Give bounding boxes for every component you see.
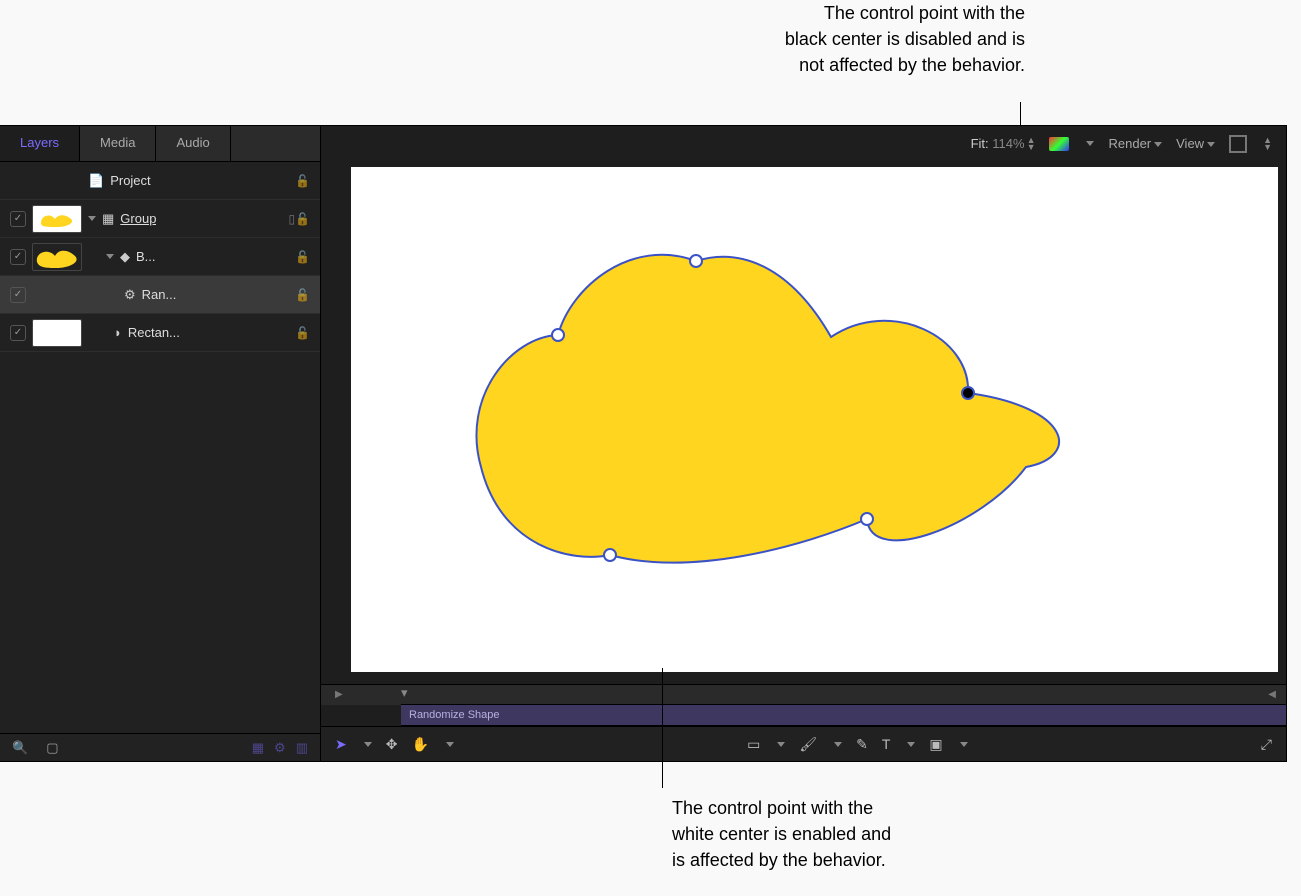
shape-path[interactable] [476, 255, 1059, 563]
callout-line: white center is enabled and [672, 821, 1032, 847]
layer-row-rect[interactable]: ✓ ◗ Rectan... 🔓 [0, 314, 320, 352]
render-menu[interactable]: Render [1108, 136, 1162, 151]
bezier-shape[interactable] [471, 227, 1091, 590]
layer-row-shape[interactable]: ✓ ◆ B... 🔓 [0, 238, 320, 276]
shape-icon: ◆ [120, 249, 130, 265]
tab-media[interactable]: Media [80, 126, 156, 161]
callout-line: The control point with the [672, 795, 1032, 821]
callout-line: is affected by the behavior. [672, 847, 1032, 873]
layer-label: Ran... [142, 287, 177, 302]
disclosure-triangle-icon[interactable] [88, 216, 96, 221]
layer-thumbnail [32, 205, 82, 233]
callout-line: black center is disabled and is [625, 26, 1025, 52]
stack-icon[interactable]: ▥ [296, 740, 308, 756]
pan-tool-icon[interactable]: ✋ [411, 736, 428, 753]
project-row[interactable]: 📄 Project 🔓 [0, 162, 320, 200]
lock-icon[interactable]: 🔓 [295, 250, 310, 264]
control-point-disabled[interactable] [961, 386, 975, 400]
layer-thumbnail [32, 319, 82, 347]
callout-bottom: The control point with the white center … [672, 795, 1032, 873]
chevron-down-icon[interactable] [1086, 141, 1094, 146]
visibility-checkbox[interactable]: ✓ [10, 211, 26, 227]
control-point[interactable] [603, 548, 617, 562]
lock-icon[interactable]: 🔓 [295, 288, 310, 302]
sidebar-bottom-bar: 🔍 ▢ ▦ ⚙ ▥ [0, 733, 320, 761]
checker-icon[interactable]: ▦ [252, 740, 264, 756]
timeline-ruler[interactable]: ▶ ▾ ◀ [321, 684, 1286, 705]
select-tool-icon[interactable]: ➤ [335, 736, 347, 753]
layer-thumbnail [32, 243, 82, 271]
color-channel-menu[interactable] [1049, 137, 1069, 151]
pen-tool-icon[interactable]: ✎ [856, 736, 868, 753]
playhead-icon[interactable]: ▾ [401, 685, 408, 701]
stepper-icon[interactable]: ▲▼ [1263, 137, 1272, 151]
fit-label: Fit: [971, 136, 989, 151]
gear-icon[interactable]: ⚙ [274, 740, 286, 756]
paint-tool-icon[interactable]: 🖌 [799, 736, 817, 753]
visibility-checkbox[interactable]: ✓ [10, 287, 26, 303]
layer-label[interactable]: Group [120, 211, 156, 226]
lock-icon[interactable]: 🔓 [295, 326, 310, 340]
behavior-track-label: Randomize Shape [409, 709, 500, 721]
tab-layers[interactable]: Layers [0, 126, 80, 161]
gear-icon: ⚙ [124, 287, 136, 303]
tool-bar: ➤ ✥ ✋ ▭ 🖌 ✎ T ▣ ⤢ [321, 726, 1286, 761]
safezone-menu[interactable] [1229, 135, 1247, 153]
callout-line: not affected by the behavior. [625, 52, 1025, 78]
view-menu[interactable]: View [1176, 136, 1215, 151]
editor-window: Layers Media Audio 📄 Project 🔓 ✓ ▦ Group [0, 126, 1286, 761]
group-icon: ▦ [102, 211, 114, 227]
document-icon: 📄 [88, 173, 104, 189]
visibility-checkbox[interactable]: ✓ [10, 325, 26, 341]
rectangle-tool-icon[interactable]: ▭ [747, 736, 760, 753]
canvas-topbar: Fit: 114%▲▼ Render View ▲▼ [957, 126, 1286, 161]
control-point[interactable] [689, 254, 703, 268]
layer-label: B... [136, 249, 156, 264]
callout-line: The control point with the [625, 0, 1025, 26]
mask-tool-icon[interactable]: ▣ [929, 736, 942, 753]
3d-transform-tool-icon[interactable]: ✥ [386, 736, 398, 753]
canvas[interactable] [351, 167, 1278, 672]
stepper-icon[interactable]: ▲▼ [1027, 137, 1036, 151]
canvas-area: Fit: 114%▲▼ Render View ▲▼ [321, 126, 1286, 761]
layer-row-group[interactable]: ✓ ▦ Group ▯🔓 [0, 200, 320, 238]
tab-audio[interactable]: Audio [156, 126, 230, 161]
text-tool-icon[interactable]: T [882, 736, 891, 752]
callout-leader-bottom [662, 668, 663, 788]
project-label: Project [110, 173, 150, 188]
control-point[interactable] [860, 512, 874, 526]
layer-label: Rectan... [128, 325, 180, 340]
expand-icon[interactable]: ⤢ [1261, 736, 1272, 753]
layers-sidebar: Layers Media Audio 📄 Project 🔓 ✓ ▦ Group [0, 126, 321, 761]
behavior-track[interactable]: Randomize Shape [401, 704, 1286, 726]
panel-icon[interactable]: ▢ [46, 740, 58, 756]
visibility-checkbox[interactable]: ✓ [10, 249, 26, 265]
fit-value[interactable]: 114% [992, 136, 1024, 151]
control-point[interactable] [551, 328, 565, 342]
sidebar-tabs: Layers Media Audio [0, 126, 320, 162]
ruler-in-handle[interactable]: ▶ [335, 689, 343, 700]
callout-top: The control point with the black center … [625, 0, 1025, 78]
lock-icon[interactable]: 🔓 [295, 174, 310, 188]
isolate-icon[interactable]: ▯🔓 [288, 212, 310, 226]
disclosure-triangle-icon[interactable] [106, 254, 114, 259]
ruler-out-handle[interactable]: ◀ [1268, 689, 1276, 700]
mask-icon: ◗ [114, 325, 122, 340]
search-icon[interactable]: 🔍 [12, 740, 28, 756]
layer-row-behavior[interactable]: ✓ ⚙ Ran... 🔓 [0, 276, 320, 314]
